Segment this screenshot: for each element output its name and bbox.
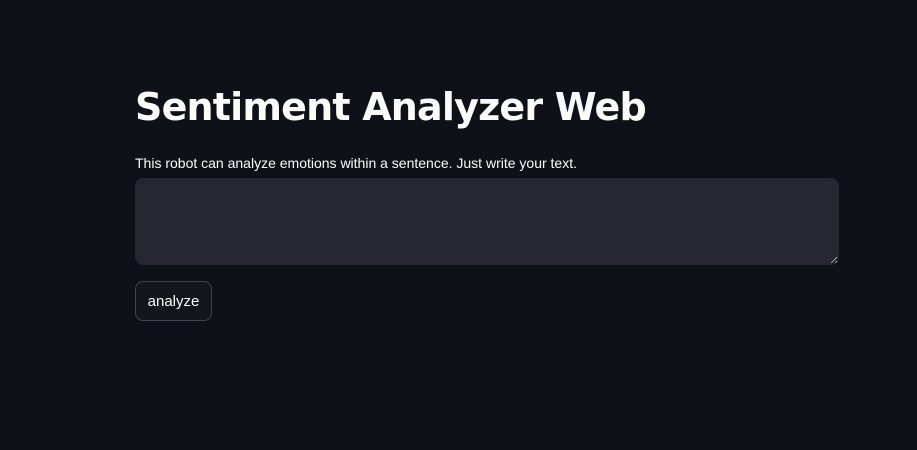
analyze-button[interactable]: analyze xyxy=(135,281,212,321)
app-main: Sentiment Analyzer Web This robot can an… xyxy=(0,0,917,450)
text-input-label: This robot can analyze emotions within a… xyxy=(135,155,577,171)
text-area-container xyxy=(135,178,839,265)
sentiment-text-input[interactable] xyxy=(135,178,839,265)
page-title: Sentiment Analyzer Web xyxy=(135,85,647,129)
